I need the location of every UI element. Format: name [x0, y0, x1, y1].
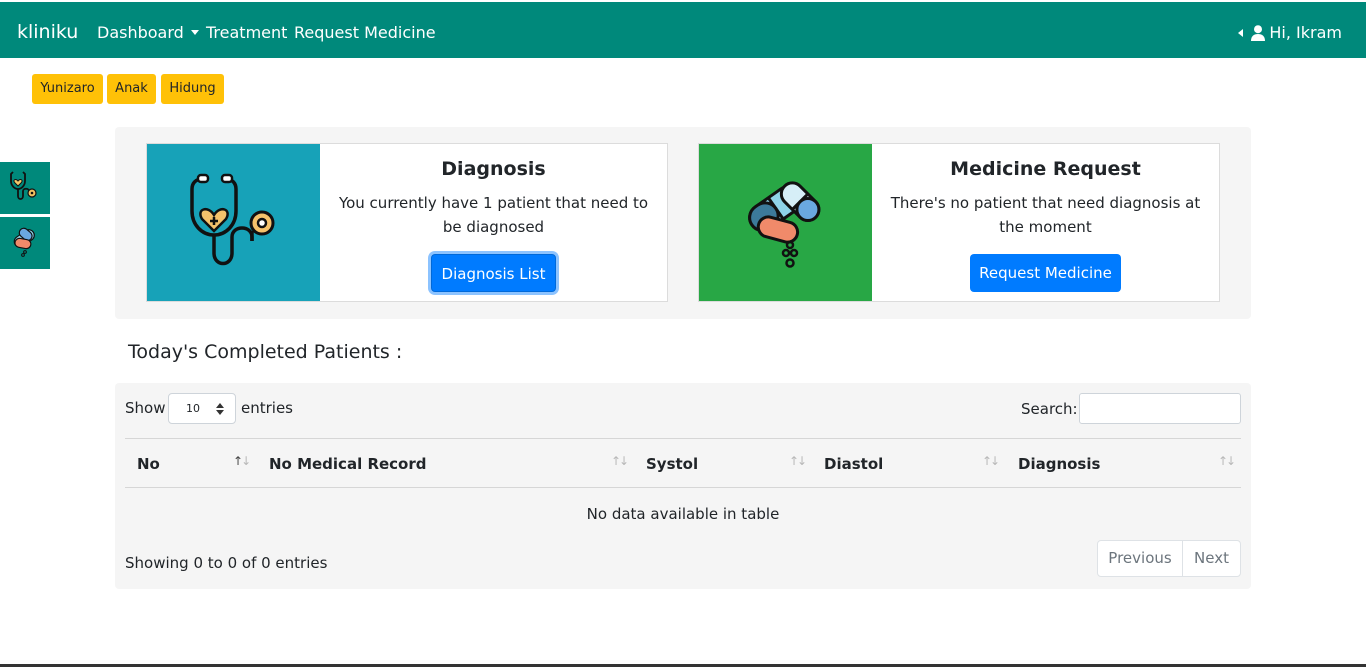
column-header-systol[interactable]: Systol [646, 454, 698, 474]
request-medicine-button[interactable]: Request Medicine [970, 254, 1121, 292]
caret-left-icon [1238, 29, 1244, 37]
diagnosis-list-button[interactable]: Diagnosis List [431, 254, 556, 292]
column-header-diastol[interactable]: Diastol [824, 454, 883, 474]
medicine-card-image [699, 144, 872, 301]
medicine-card-text: There's no patient that need diagnosis a… [890, 194, 1201, 236]
select-arrows-icon [216, 403, 224, 415]
stethoscope-icon [7, 169, 43, 207]
table-header-top-border [125, 438, 1241, 439]
search-input[interactable] [1079, 393, 1241, 424]
nav-dashboard-label: Dashboard [97, 23, 184, 42]
next-page-button[interactable]: Next [1183, 541, 1240, 576]
table-empty-message: No data available in table [586, 505, 780, 523]
pills-icon [9, 224, 41, 262]
previous-page-button[interactable]: Previous [1098, 541, 1183, 576]
sort-icon[interactable]: ↑↓ [1218, 453, 1236, 469]
search-label: Search: [1021, 400, 1078, 418]
show-label: Show [125, 399, 166, 417]
user-icon [1251, 25, 1266, 41]
column-header-diagnosis[interactable]: Diagnosis [1018, 454, 1100, 474]
pagination: Previous Next [1097, 540, 1241, 577]
medicine-card-title: Medicine Request [950, 158, 1141, 180]
page-size-value: 10 [186, 402, 200, 415]
table-header-bottom-border [125, 487, 1241, 488]
chevron-down-icon [190, 30, 199, 35]
sort-icon[interactable]: ↑↓ [789, 453, 807, 469]
sort-icon[interactable]: ↑↓ [611, 453, 629, 469]
diagnosis-card: Diagnosis You currently have 1 patient t… [146, 143, 668, 302]
brand-logo[interactable]: kliniku [17, 21, 78, 43]
column-header-no[interactable]: No [137, 454, 160, 474]
nav-treatment[interactable]: Treatment [206, 23, 287, 43]
entries-label: entries [241, 399, 293, 417]
stethoscope-icon [184, 171, 284, 275]
column-header-no-medical-record[interactable]: No Medical Record [269, 454, 427, 474]
pills-icon [736, 171, 836, 275]
sort-icon[interactable]: ↑↓ [233, 453, 251, 469]
badge-yunizaro[interactable]: Yunizaro [32, 74, 103, 104]
diagnosis-card-title: Diagnosis [441, 158, 546, 180]
medicine-request-card: Medicine Request There's no patient that… [698, 143, 1220, 302]
table-info: Showing 0 to 0 of 0 entries [125, 554, 328, 572]
sort-icon[interactable]: ↑↓ [982, 453, 1000, 469]
user-menu[interactable]: Hi, Ikram [1238, 23, 1342, 43]
side-diagnosis-button[interactable] [0, 162, 50, 214]
user-greeting: Hi, Ikram [1269, 23, 1342, 42]
section-title: Today's Completed Patients : [128, 341, 403, 363]
side-medicine-button[interactable] [0, 217, 50, 269]
nav-request-medicine[interactable]: Request Medicine [294, 23, 436, 43]
badge-hidung[interactable]: Hidung [161, 74, 224, 104]
navbar: kliniku Dashboard Treatment Request Medi… [0, 2, 1366, 58]
diagnosis-card-text: You currently have 1 patient that need t… [338, 194, 649, 236]
diagnosis-card-image [147, 144, 320, 301]
badge-anak[interactable]: Anak [107, 74, 156, 104]
nav-dashboard-dropdown[interactable]: Dashboard [97, 23, 199, 43]
page-size-select[interactable]: 10 [168, 393, 236, 424]
